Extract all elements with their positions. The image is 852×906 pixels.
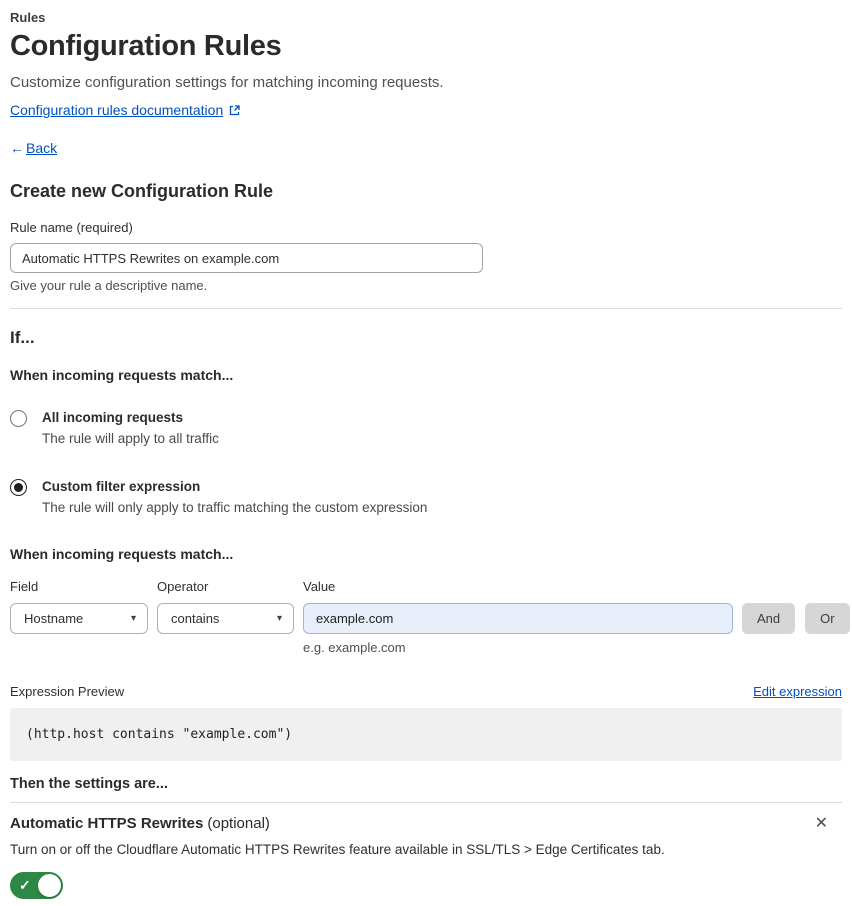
section-divider bbox=[10, 802, 842, 803]
expression-preview-header: Expression Preview Edit expression bbox=[10, 684, 842, 699]
external-link-icon bbox=[229, 104, 240, 116]
value-label: Value bbox=[303, 579, 336, 594]
breadcrumb[interactable]: Rules bbox=[10, 10, 842, 25]
docs-link[interactable]: Configuration rules documentation bbox=[10, 102, 240, 118]
operator-column: Operator contains ▾ bbox=[157, 579, 294, 634]
expression-preview-label: Expression Preview bbox=[10, 684, 125, 699]
then-heading: Then the settings are... bbox=[10, 776, 168, 792]
section-divider bbox=[10, 308, 842, 309]
toggle-knob[interactable] bbox=[38, 874, 61, 897]
value-input[interactable] bbox=[303, 603, 733, 634]
expression-preview-code: (http.host contains "example.com") bbox=[10, 708, 842, 761]
field-column: Field Hostname ▾ bbox=[10, 579, 148, 634]
rule-name-help: Give your rule a descriptive name. bbox=[10, 278, 208, 293]
setting-optional-label: (optional) bbox=[207, 815, 270, 832]
chevron-down-icon: ▾ bbox=[276, 612, 282, 624]
radio-custom-filter-expression[interactable]: Custom filter expression The rule will o… bbox=[10, 479, 842, 516]
page-title: Configuration Rules bbox=[10, 30, 282, 62]
configuration-rules-page: Rules Configuration Rules Customize conf… bbox=[0, 0, 852, 899]
andor-buttons: And Or bbox=[742, 603, 850, 634]
radio-icon[interactable] bbox=[10, 479, 27, 496]
operator-select[interactable]: contains ▾ bbox=[157, 603, 294, 634]
radio-all-incoming-requests[interactable]: All incoming requests The rule will appl… bbox=[10, 410, 842, 447]
operator-select-value: contains bbox=[171, 611, 220, 626]
check-icon: ✓ bbox=[19, 876, 31, 893]
chevron-down-icon: ▾ bbox=[130, 612, 136, 624]
value-column: Value e.g. example.com bbox=[303, 579, 733, 655]
setting-title: Automatic HTTPS Rewrites bbox=[10, 815, 204, 832]
radio-description: The rule will apply to all traffic bbox=[42, 431, 219, 446]
setting-header: Automatic HTTPS Rewrites (optional) ✕ bbox=[10, 815, 842, 833]
radio-label: Custom filter expression bbox=[42, 479, 201, 494]
rule-name-label: Rule name (required) bbox=[10, 220, 133, 235]
field-select-value: Hostname bbox=[24, 611, 84, 626]
radio-description: The rule will only apply to traffic matc… bbox=[42, 500, 428, 515]
setting-description: Turn on or off the Cloudflare Automatic … bbox=[10, 842, 665, 857]
back-arrow-icon: ← bbox=[10, 140, 24, 156]
automatic-https-rewrites-toggle[interactable]: ✓ bbox=[10, 872, 63, 899]
edit-expression-link[interactable]: Edit expression bbox=[753, 684, 842, 699]
radio-label: All incoming requests bbox=[42, 410, 184, 425]
close-icon[interactable]: ✕ bbox=[815, 815, 828, 833]
radio-icon[interactable] bbox=[10, 410, 27, 427]
expression-builder-heading: When incoming requests match... bbox=[10, 546, 234, 562]
page-description: Customize configuration settings for mat… bbox=[10, 74, 444, 91]
docs-link-label: Configuration rules documentation bbox=[10, 102, 224, 118]
operator-label: Operator bbox=[157, 579, 209, 594]
rule-name-input[interactable] bbox=[10, 243, 483, 273]
and-button[interactable]: And bbox=[742, 603, 796, 634]
back-link[interactable]: Back bbox=[26, 140, 57, 156]
expression-builder-row: Field Hostname ▾ Operator contains ▾ Val… bbox=[10, 579, 850, 655]
match-type-radio-group: All incoming requests The rule will appl… bbox=[10, 410, 842, 516]
field-label: Field bbox=[10, 579, 39, 594]
match-heading: When incoming requests match... bbox=[10, 367, 234, 383]
create-rule-heading: Create new Configuration Rule bbox=[10, 181, 274, 201]
value-help: e.g. example.com bbox=[303, 640, 406, 655]
or-button[interactable]: Or bbox=[805, 603, 850, 634]
if-heading: If... bbox=[10, 328, 35, 347]
back-row: ← Back bbox=[10, 140, 842, 156]
field-select[interactable]: Hostname ▾ bbox=[10, 603, 148, 634]
